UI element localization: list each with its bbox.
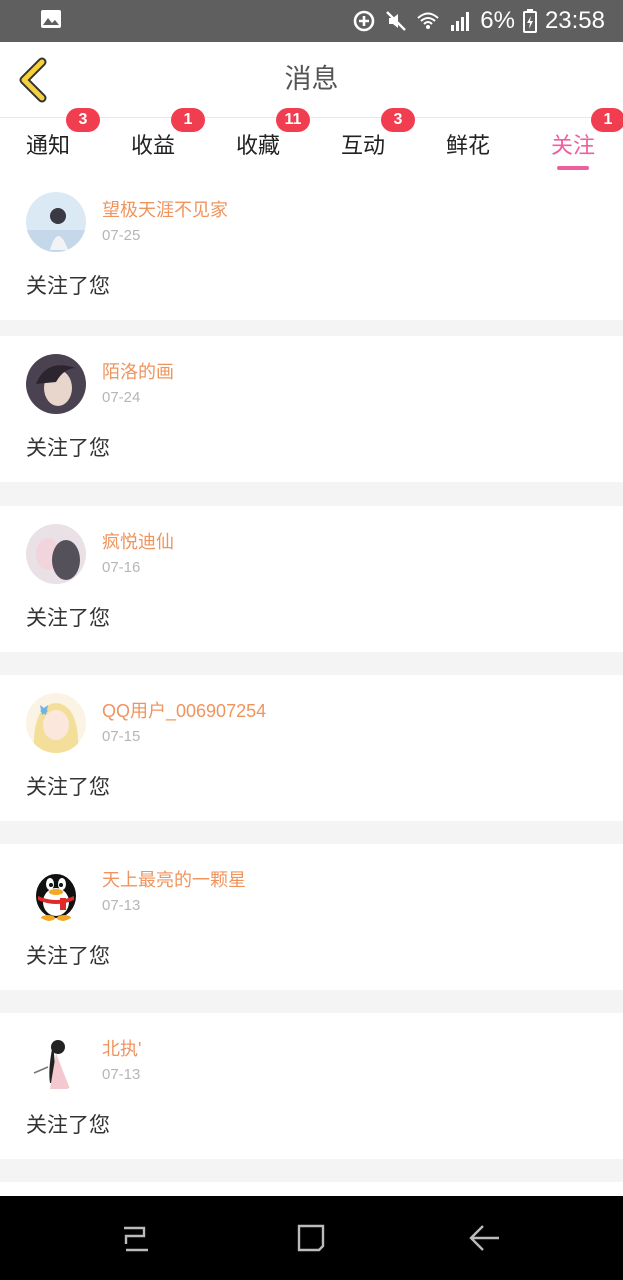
avatar[interactable] (26, 1031, 86, 1091)
date: 07-15 (102, 728, 141, 745)
tab-badge: 3 (381, 108, 415, 132)
user-name[interactable]: 望极天涯不见家 (102, 196, 228, 222)
tab-flowers[interactable]: 鲜花 (446, 128, 490, 160)
action-text: 关注了您 (26, 436, 110, 460)
battery-icon (522, 9, 537, 33)
list-item[interactable]: QQ用户_006907254 07-15 关注了您 (0, 675, 623, 821)
page-title: 消息 (284, 64, 339, 95)
status-bar: 6% 23:58 (0, 0, 623, 42)
tab-label: 关注 (551, 134, 596, 159)
back-arrow-icon[interactable] (14, 56, 54, 104)
date: 07-13 (102, 1066, 141, 1083)
data-saver-icon (353, 10, 375, 32)
tab-favorites[interactable]: 收藏 11 (236, 108, 310, 160)
tab-badge: 3 (66, 108, 100, 132)
clock: 23:58 (544, 7, 605, 34)
tab-label: 收益 (131, 134, 176, 159)
tab-following[interactable]: 关注 1 (551, 108, 623, 170)
tab-bar: 通知 3 收益 1 收藏 11 互动 3 鲜花 关注 1 (0, 108, 623, 174)
list-item[interactable]: 北执ʹ 07-13 关注了您 (0, 1013, 623, 1159)
tab-badge: 1 (171, 108, 205, 132)
tab-interaction[interactable]: 互动 3 (341, 108, 415, 160)
action-text: 关注了您 (26, 775, 110, 799)
active-tab-indicator (557, 166, 590, 170)
tab-earnings[interactable]: 收益 1 (131, 108, 205, 160)
avatar[interactable] (26, 524, 86, 584)
user-name[interactable]: 陌洛的画 (102, 358, 174, 384)
mute-icon (386, 11, 407, 31)
date: 07-13 (102, 897, 141, 914)
avatar[interactable] (26, 192, 86, 252)
action-text: 关注了您 (26, 606, 110, 630)
list-item-partial (0, 1182, 623, 1196)
user-name[interactable]: 疯悦迪仙 (102, 528, 174, 554)
user-name[interactable]: QQ用户_006907254 (102, 697, 266, 723)
avatar[interactable] (26, 693, 86, 753)
tab-notify[interactable]: 通知 3 (26, 108, 100, 160)
avatar[interactable] (26, 354, 86, 414)
qq-penguin-avatar[interactable] (26, 862, 86, 922)
user-name[interactable]: 北执ʹ (102, 1035, 141, 1061)
wifi-icon (417, 12, 439, 29)
tab-label: 鲜花 (446, 134, 491, 159)
action-text: 关注了您 (26, 1113, 110, 1137)
action-text: 关注了您 (26, 274, 110, 298)
battery-percent: 6% (480, 7, 515, 34)
date: 07-24 (102, 389, 141, 406)
action-text: 关注了您 (26, 944, 110, 968)
gallery-icon (41, 10, 61, 28)
system-nav-bar (0, 1196, 623, 1280)
recent-apps-icon[interactable] (118, 1220, 154, 1256)
tab-label: 互动 (341, 134, 386, 159)
user-name[interactable]: 天上最亮的一颗星 (102, 866, 246, 892)
home-icon[interactable] (293, 1220, 329, 1256)
list-item[interactable]: 陌洛的画 07-24 关注了您 (0, 336, 623, 482)
list-item[interactable]: 望极天涯不见家 07-25 关注了您 (0, 174, 623, 320)
date: 07-16 (102, 559, 141, 576)
tab-label: 收藏 (236, 134, 281, 159)
back-nav-icon[interactable] (467, 1220, 503, 1256)
signal-icon (451, 12, 470, 31)
tab-badge: 11 (276, 108, 310, 132)
list-item[interactable]: 天上最亮的一颗星 07-13 关注了您 (0, 844, 623, 990)
list-item[interactable]: 疯悦迪仙 07-16 关注了您 (0, 506, 623, 652)
tab-badge: 1 (591, 108, 623, 132)
tab-label: 通知 (26, 134, 71, 159)
header: 消息 (0, 42, 623, 118)
date: 07-25 (102, 227, 141, 244)
